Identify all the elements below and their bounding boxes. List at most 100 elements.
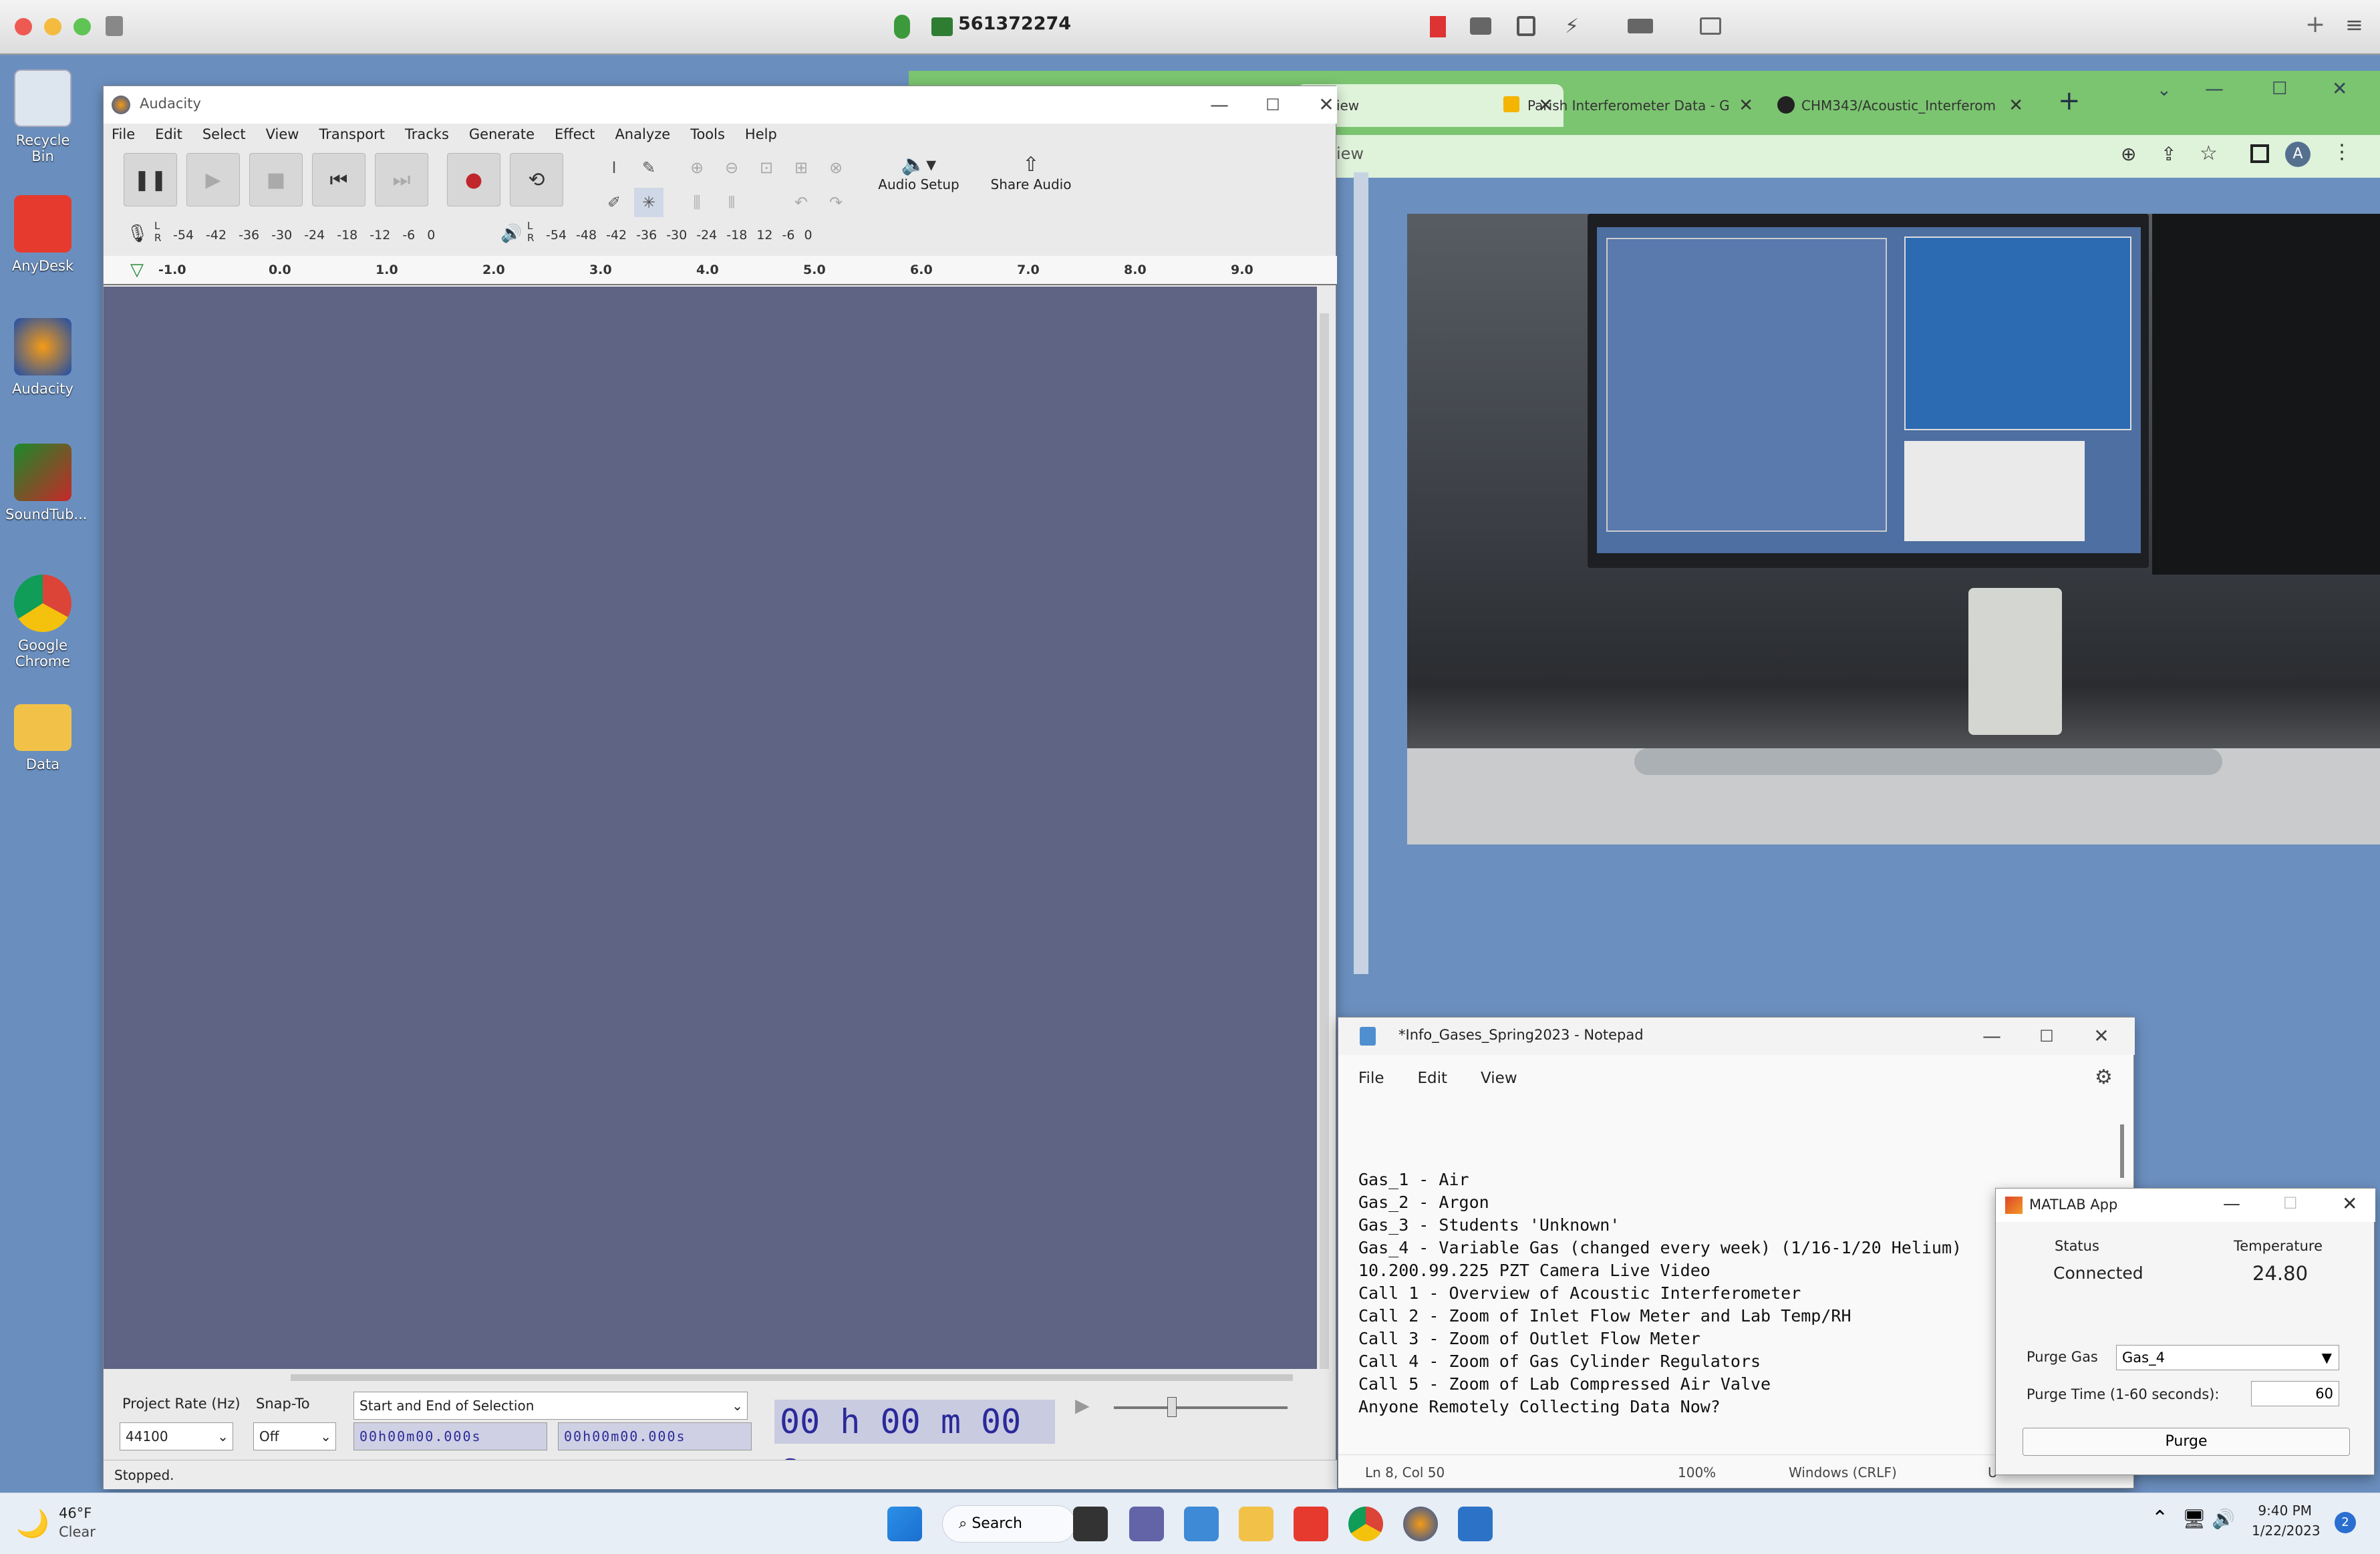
- menu-tracks[interactable]: Tracks: [405, 126, 449, 142]
- play-head-icon[interactable]: ▽: [130, 260, 144, 280]
- audio-setup-button[interactable]: 🔈▾ Audio Setup: [872, 153, 965, 210]
- task-view-icon[interactable]: [1073, 1507, 1108, 1541]
- menu-effect[interactable]: Effect: [555, 126, 595, 142]
- scrollbar-thumb[interactable]: [2120, 1124, 2124, 1178]
- menu-edit[interactable]: Edit: [155, 126, 182, 142]
- matlab-taskbar-icon[interactable]: [1458, 1507, 1493, 1541]
- notification-badge[interactable]: 2: [2335, 1512, 2356, 1533]
- minimize-button[interactable]: —: [1193, 86, 1246, 124]
- close-tab-icon[interactable]: ✕: [1739, 84, 1753, 127]
- close-button[interactable]: ✕: [2332, 77, 2347, 100]
- maximize-button[interactable]: ☐: [2272, 79, 2287, 99]
- envelope-tool-icon[interactable]: ✎: [634, 153, 663, 182]
- settings-gear-icon[interactable]: ⚙: [2095, 1066, 2113, 1089]
- clock-time[interactable]: 9:40 PM: [2252, 1503, 2312, 1519]
- selection-end-field[interactable]: 00h00m00.000s: [558, 1422, 752, 1450]
- silence-icon[interactable]: ⫴: [717, 188, 746, 217]
- play-at-speed-icon[interactable]: ▶: [1075, 1394, 1090, 1416]
- tab-search-icon[interactable]: ⌄: [2157, 80, 2172, 100]
- zoom-in-icon[interactable]: ⊕: [682, 153, 712, 182]
- zoom-toggle-icon[interactable]: ⊗: [821, 153, 851, 182]
- menu-file[interactable]: File: [1358, 1070, 1384, 1087]
- minimize-button[interactable]: —: [1965, 1018, 2019, 1055]
- menu-view[interactable]: View: [1481, 1070, 1517, 1087]
- notepad-taskbar-icon[interactable]: [1184, 1507, 1219, 1541]
- draw-tool-icon[interactable]: ✐: [599, 188, 629, 217]
- horizontal-scrollbar[interactable]: [291, 1374, 1293, 1381]
- clock-date[interactable]: 1/22/2023: [2252, 1523, 2321, 1539]
- desktop-icon-data[interactable]: Data: [5, 704, 80, 772]
- close-button[interactable]: ✕: [1300, 86, 1353, 124]
- menu-tools[interactable]: Tools: [690, 126, 725, 142]
- playback-meter[interactable]: -54 -48 -42 -36 -30 -24 -18 12 -6 0: [546, 228, 812, 243]
- zoom-light[interactable]: [73, 18, 91, 35]
- stop-button[interactable]: ■: [249, 153, 303, 206]
- new-tab-icon[interactable]: +: [2305, 11, 2325, 38]
- search-box[interactable]: ⌕ Search: [942, 1505, 1076, 1543]
- purge-button[interactable]: Purge: [2023, 1428, 2350, 1456]
- action-icon[interactable]: ⚡: [1565, 15, 1579, 38]
- purge-time-input[interactable]: 60: [2251, 1381, 2339, 1406]
- sidebar-icon[interactable]: [106, 16, 123, 36]
- new-tab-button[interactable]: +: [2058, 86, 2081, 116]
- snap-to-select[interactable]: Off ⌄: [253, 1422, 336, 1450]
- share-audio-button[interactable]: ⇧ Share Audio: [984, 153, 1078, 210]
- bookmark-icon[interactable]: [1430, 16, 1446, 37]
- share-icon[interactable]: ⇪: [2161, 143, 2176, 165]
- star-icon[interactable]: ☆: [2200, 142, 2218, 165]
- screenshot-icon[interactable]: [1517, 16, 1535, 36]
- tab-parish-data[interactable]: Parish Interferometer Data - G ✕: [1490, 84, 1764, 127]
- track-area[interactable]: [104, 287, 1317, 1369]
- volume-icon[interactable]: 🔊: [2212, 1508, 2235, 1530]
- url-text[interactable]: iew: [1336, 144, 1364, 163]
- selection-tool-icon[interactable]: I: [599, 153, 629, 182]
- minimize-button[interactable]: —: [2223, 1194, 2240, 1214]
- menu-select[interactable]: Select: [202, 126, 246, 142]
- purge-gas-dropdown[interactable]: Gas_4 ▼: [2116, 1345, 2339, 1370]
- pause-button[interactable]: ❚❚: [124, 153, 177, 206]
- play-speed-slider[interactable]: [1114, 1397, 1288, 1417]
- vertical-scrollbar[interactable]: [1320, 313, 1329, 1369]
- zoom-out-icon[interactable]: ⊖: [717, 153, 746, 182]
- chrome-taskbar-icon[interactable]: [1348, 1507, 1383, 1541]
- fit-project-icon[interactable]: ⊞: [786, 153, 816, 182]
- desktop-icon-recycle-bin[interactable]: Recycle Bin: [5, 69, 80, 164]
- avatar[interactable]: A: [2285, 142, 2311, 167]
- audacity-taskbar-icon[interactable]: [1403, 1507, 1438, 1541]
- weather-moon-icon[interactable]: 🌙: [16, 1508, 49, 1539]
- scrollbar[interactable]: [1354, 172, 1368, 974]
- timeline-ruler[interactable]: ▽ -1.0 0.0 1.0 2.0 3.0 4.0 5.0 6.0 7.0 8.0 9.0: [104, 256, 1337, 285]
- skip-start-button[interactable]: ⏮: [312, 153, 365, 206]
- keyboard-icon[interactable]: [1628, 19, 1653, 33]
- menu-generate[interactable]: Generate: [469, 126, 535, 142]
- close-button[interactable]: ✕: [2342, 1193, 2357, 1215]
- menu-edit[interactable]: Edit: [1418, 1070, 1448, 1087]
- desktop-icon-soundtube[interactable]: SoundTub...: [5, 444, 87, 522]
- selection-mode-select[interactable]: Start and End of Selection ⌄: [353, 1392, 748, 1420]
- skip-end-button[interactable]: ⏭: [375, 153, 428, 206]
- weather-temp[interactable]: 46°F: [59, 1505, 92, 1521]
- slider-thumb[interactable]: [1167, 1397, 1177, 1417]
- close-button[interactable]: ✕: [2075, 1018, 2128, 1055]
- fit-selection-icon[interactable]: ⊡: [752, 153, 781, 182]
- close-tab-icon[interactable]: ✕: [2009, 84, 2023, 127]
- close-light[interactable]: [15, 18, 32, 35]
- undo-icon[interactable]: ↶: [786, 188, 816, 217]
- file-explorer-icon[interactable]: [1239, 1507, 1274, 1541]
- menu-file[interactable]: File: [112, 126, 135, 142]
- trim-icon[interactable]: ⫼: [682, 188, 712, 217]
- chevron-up-icon[interactable]: ⌃: [2151, 1507, 2168, 1530]
- multi-tool-icon[interactable]: ✳: [634, 188, 663, 217]
- project-rate-select[interactable]: 44100 ⌄: [120, 1422, 233, 1450]
- menu-analyze[interactable]: Analyze: [615, 126, 670, 142]
- loop-button[interactable]: ⟲: [510, 153, 563, 206]
- chat-icon[interactable]: [1470, 17, 1491, 35]
- menu-view[interactable]: View: [266, 126, 299, 142]
- weather-condition[interactable]: Clear: [59, 1524, 96, 1540]
- tab-github[interactable]: CHM343/Acoustic_Interferom ✕: [1764, 84, 2034, 127]
- teams-icon[interactable]: [1129, 1507, 1164, 1541]
- record-button[interactable]: ●: [447, 153, 500, 206]
- time-display[interactable]: 00 h 00 m 00 s: [774, 1400, 1055, 1485]
- recording-meter[interactable]: -54 -42 -36 -30 -24 -18 -12 -6 0: [173, 228, 435, 243]
- display-icon[interactable]: [1700, 17, 1721, 35]
